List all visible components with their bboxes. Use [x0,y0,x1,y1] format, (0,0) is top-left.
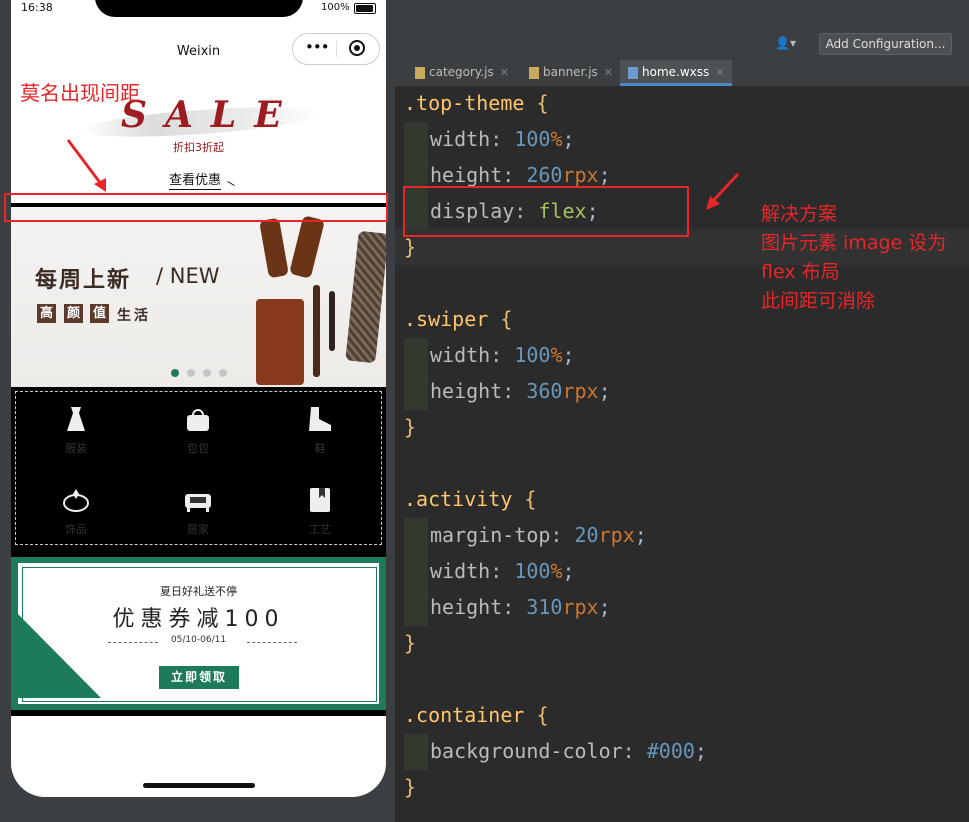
close-miniprogram-icon[interactable] [349,40,365,56]
code-line: } [404,631,417,655]
view-offer-link[interactable]: 查看优惠 [169,169,222,190]
code-line: .top-theme { [404,91,549,115]
category-item[interactable]: 包包 [158,407,238,456]
tab-home-wxss[interactable]: home.wxss ✕ [620,60,732,86]
category-label: 居家 [187,523,209,536]
code-line: margin-top: 20rpx; [430,523,647,547]
category-item[interactable]: 工艺 [280,488,360,537]
tab-category-js[interactable]: category.js ✕ [409,60,521,86]
annotation-arrow-icon [706,172,740,210]
category-label: 包包 [187,442,209,455]
code-line: height: 310rpx; [430,595,611,619]
category-grid: 服装 包包 鞋 饰品 居家 工艺 [11,387,386,557]
swiper-dot[interactable] [171,369,179,377]
wxss-file-icon [628,66,638,79]
tab-banner-js[interactable]: banner.js ✕ [523,60,621,86]
tag: 高 [37,304,56,323]
sofa-icon [185,494,211,512]
swiper-dot[interactable] [203,369,211,377]
code-line: height: 260rpx; [430,163,611,187]
highlight-box [403,186,689,237]
close-icon[interactable]: ✕ [604,66,613,79]
dress-icon [67,407,85,431]
battery-percent: 100% [321,2,350,13]
annotation-left: 莫名出现间距 [20,81,140,105]
home-indicator[interactable] [143,783,255,788]
belt-image [313,285,320,377]
annotation-right: 解决方案 图片元素 image 设为 flex 布局 此间距可消除 [761,203,947,312]
coupon-tagline: 夏日好礼送不停 [160,585,237,598]
watch-image [329,291,335,351]
more-icon[interactable]: ••• [305,39,330,55]
category-item[interactable]: 服装 [36,407,116,456]
code-line: background-color: #000; [430,739,707,763]
status-time: 16:38 [21,1,53,14]
battery-icon [354,3,376,14]
js-file-icon [415,66,425,79]
code-line: .swiper { [404,307,513,331]
category-item[interactable]: 饰品 [36,488,116,537]
swiper-dot[interactable] [219,369,227,377]
code-line: width: 100%; [430,127,575,151]
code-line: width: 100%; [430,559,575,583]
swiper-banner[interactable]: 每周上新 / NEW 高 颜 值 生活 [11,207,386,387]
user-icon[interactable]: 👤▾ [775,36,796,50]
swiper-title-en: / NEW [156,264,220,288]
bag-icon [187,409,209,431]
swiper-title: 每周上新 [35,268,132,293]
code-line: .activity { [404,487,537,511]
highlight-box [4,193,388,222]
tag: 颜 [64,304,83,323]
scarf-image [345,230,386,364]
coupon-banner[interactable]: 夏日好礼送不停 优惠券减100 05/10-06/11 立即领取 [11,557,386,710]
category-label: 饰品 [65,523,87,536]
boot-image [259,217,289,279]
category-item[interactable]: 居家 [158,488,238,537]
swiper-dot[interactable] [187,369,195,377]
code-line: height: 360rpx; [430,379,611,403]
sale-headline: SALE [121,94,300,136]
code-line: width: 100%; [430,343,575,367]
notch [95,0,303,17]
tag: 值 [90,304,109,323]
coupon-title: 优惠券减100 [112,607,285,632]
annotation-arrow-icon [66,139,106,192]
editor-tabs: category.js ✕ banner.js ✕ home.wxss ✕ [395,60,969,87]
arrow-icon [227,181,235,186]
pants-image [256,299,304,385]
category-label: 服装 [65,442,87,455]
js-file-icon [529,66,539,79]
close-icon[interactable]: ✕ [715,66,724,79]
claim-button[interactable]: 立即领取 [159,666,239,689]
code-line: } [404,415,417,439]
code-line: } [404,235,417,259]
craft-icon [310,488,330,512]
boot-image [289,215,325,279]
category-item[interactable]: 鞋 [280,407,360,456]
close-icon[interactable]: ✕ [500,66,509,79]
swiper-tail: 生活 [117,308,151,324]
shoe-icon [309,407,331,431]
category-label: 鞋 [314,442,326,455]
capsule-menu[interactable]: ••• [292,33,380,65]
bottom-line [11,710,386,716]
phone-screen: 16:38 100% Weixin ••• SALE 折扣3折起 查看优惠 每周… [11,0,386,797]
category-label: 工艺 [309,523,331,536]
add-configuration-button[interactable]: Add Configuration... [819,33,952,55]
code-line: } [404,775,417,799]
jewelry-icon [63,489,89,512]
code-line: .container { [404,703,549,727]
coupon-date: 05/10-06/11 [170,635,227,645]
